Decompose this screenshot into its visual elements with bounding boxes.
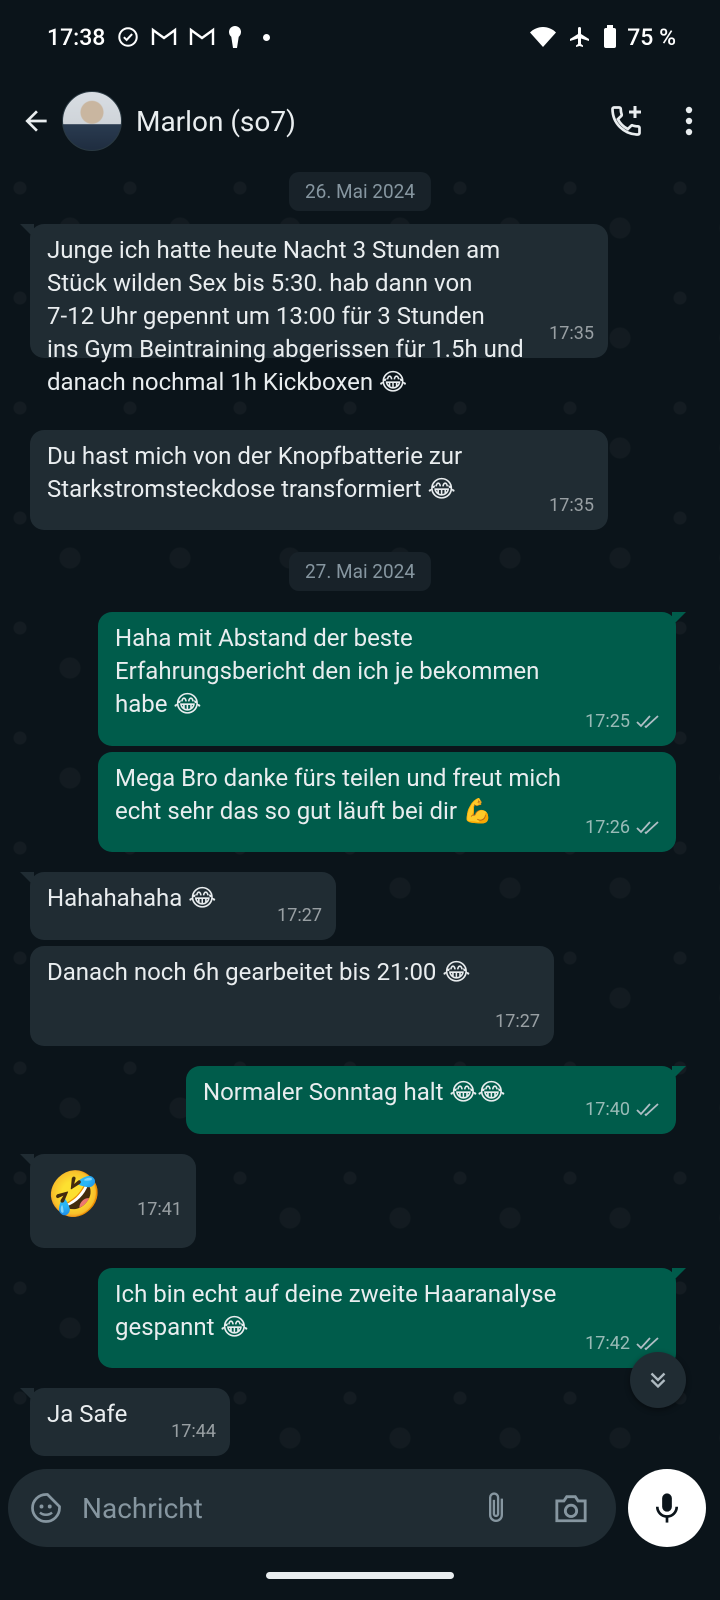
add-call-icon (611, 106, 641, 136)
home-gesture-pill[interactable] (266, 1572, 454, 1579)
wifi-icon (529, 25, 557, 49)
contact-name[interactable]: Marlon (so7) (136, 105, 296, 138)
airplane-icon (567, 25, 593, 49)
message-list[interactable]: 26. Mai 2024 Junge ich hatte heute Nacht… (0, 168, 720, 1464)
message-bubble-incoming[interactable]: 🤣 17:41 (20, 1154, 196, 1248)
more-vert-icon (685, 106, 693, 136)
chat-header: Marlon (so7) (0, 74, 720, 168)
system-nav-bar (0, 1552, 720, 1600)
message-time: 17:27 (277, 905, 322, 926)
message-time: 17:26 (585, 817, 630, 838)
message-time: 17:41 (137, 1199, 182, 1220)
attach-icon[interactable] (482, 1489, 510, 1527)
more-options-button[interactable] (684, 105, 694, 137)
message-time: 17:35 (549, 495, 594, 516)
gmail-icon (189, 25, 215, 49)
gmail-icon (151, 25, 177, 49)
compose-bar: Nachricht (0, 1464, 720, 1552)
status-time: 17:38 (47, 23, 106, 51)
keyhole-icon (227, 25, 243, 49)
scroll-to-bottom-button[interactable] (630, 1352, 686, 1408)
message-bubble-incoming[interactable]: Hahahahaha 😂 17:27 (20, 872, 336, 940)
check-circle-icon (117, 25, 139, 49)
battery-percent: 75 % (627, 23, 676, 51)
double-chevron-down-icon (650, 1372, 666, 1389)
read-ticks-icon (636, 714, 659, 728)
message-text: Danach noch 6h gearbeitet bis 21:00 😂 (47, 958, 471, 986)
dot-icon (263, 33, 271, 41)
read-ticks-icon (636, 1336, 659, 1350)
message-bubble-outgoing[interactable]: Normaler Sonntag halt 😂😂 17:40 (186, 1066, 686, 1134)
back-button[interactable] (16, 101, 56, 141)
message-time: 17:42 (585, 1333, 630, 1354)
message-bubble-outgoing[interactable]: Mega Bro danke fürs teilen und freut mic… (98, 752, 676, 852)
back-arrow-icon (25, 110, 47, 132)
message-text: Junge ich hatte heute Nacht 3 Stunden am… (47, 236, 524, 396)
message-time: 17:27 (495, 1011, 540, 1032)
message-time: 17:44 (171, 1421, 216, 1442)
date-chip: 27. Mai 2024 (288, 552, 432, 591)
message-text: Mega Bro danke fürs teilen und freut mic… (115, 764, 561, 825)
sticker-icon[interactable] (28, 1490, 64, 1526)
avatar[interactable] (62, 91, 122, 151)
message-placeholder: Nachricht (82, 1491, 203, 1525)
message-text: Ich bin echt auf deine zweite Haaranalys… (115, 1280, 557, 1341)
message-bubble-outgoing[interactable]: Ich bin echt auf deine zweite Haaranalys… (98, 1268, 686, 1368)
message-bubble-incoming[interactable]: Danach noch 6h gearbeitet bis 21:00 😂 17… (30, 946, 554, 1046)
add-call-button[interactable] (608, 103, 644, 139)
message-time: 17:35 (549, 323, 594, 344)
message-bubble-incoming[interactable]: Junge ich hatte heute Nacht 3 Stunden am… (20, 224, 608, 396)
message-bubble-incoming[interactable]: Ja Safe 17:44 (20, 1388, 230, 1456)
message-time: 17:25 (585, 711, 630, 732)
message-time: 17:40 (585, 1099, 630, 1120)
date-chip: 26. Mai 2024 (288, 172, 432, 211)
status-bar: 17:38 75 % (0, 0, 720, 74)
message-text: Du hast mich von der Knopfbatterie zur S… (47, 442, 463, 503)
message-text: Haha mit Abstand der beste Erfahrungsber… (115, 624, 540, 718)
battery-icon (603, 25, 617, 49)
mic-icon (655, 1493, 679, 1523)
read-ticks-icon (636, 1102, 659, 1116)
read-ticks-icon (636, 820, 659, 834)
voice-message-button[interactable] (628, 1469, 706, 1547)
camera-icon[interactable] (552, 1491, 590, 1525)
message-bubble-outgoing[interactable]: Haha mit Abstand der beste Erfahrungsber… (98, 612, 686, 746)
message-input[interactable]: Nachricht (8, 1469, 616, 1547)
message-bubble-incoming[interactable]: Du hast mich von der Knopfbatterie zur S… (30, 430, 608, 530)
